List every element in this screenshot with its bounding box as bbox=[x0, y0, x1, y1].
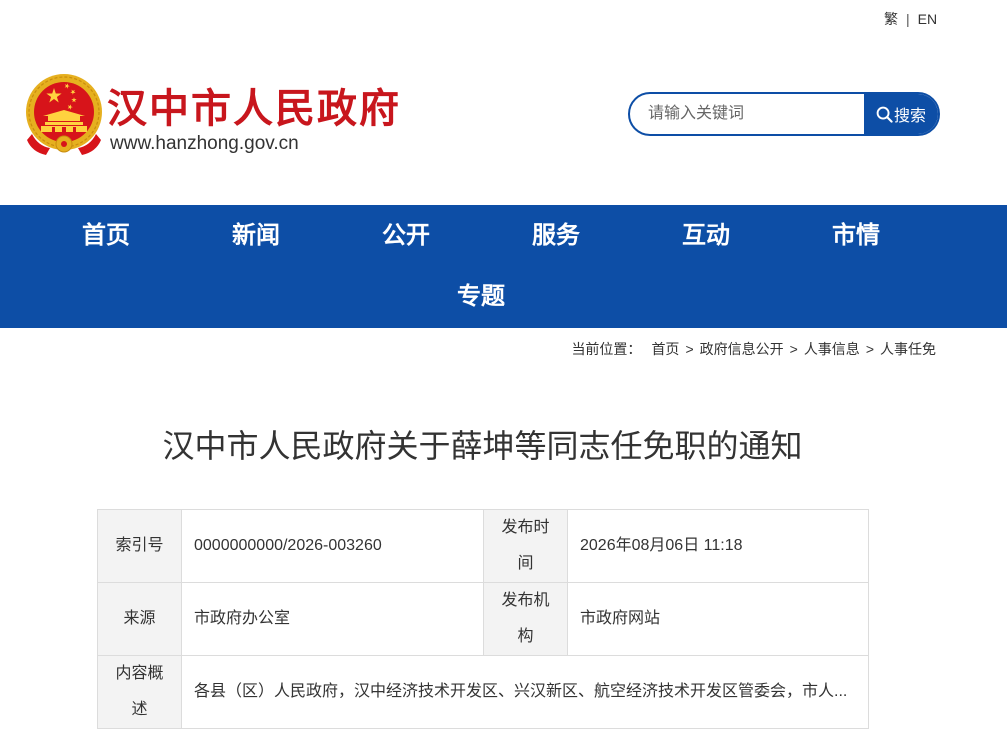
traditional-chinese-link[interactable]: 繁 bbox=[884, 11, 898, 27]
search-button-label: 搜索 bbox=[893, 108, 926, 125]
breadcrumb-item-personnel-info[interactable]: 人事信息 bbox=[804, 341, 860, 357]
table-row: 来源 市政府办公室 发布机构 市政府网站 bbox=[97, 582, 869, 656]
source-value: 市政府办公室 bbox=[181, 582, 484, 656]
breadcrumb-separator: > bbox=[865, 341, 874, 357]
search-box: 搜索 bbox=[628, 92, 940, 136]
site-title: 汉中市人民政府 bbox=[107, 86, 401, 132]
source-label-cell: 来源 bbox=[97, 582, 182, 656]
summary-value: 各县（区）人民政府，汉中经济技术开发区、兴汉新区、航空经济技术开发区管委会，市人… bbox=[181, 655, 869, 729]
breadcrumb-separator: > bbox=[789, 341, 798, 357]
nav-item-open[interactable]: 公开 bbox=[331, 205, 481, 266]
nav-item-interaction[interactable]: 互动 bbox=[631, 205, 781, 266]
index-no-label: 索引号 bbox=[115, 537, 164, 554]
source-label: 来源 bbox=[123, 610, 156, 627]
publisher-value: 市政府网站 bbox=[567, 582, 869, 656]
index-no-label-cell: 索引号 bbox=[97, 509, 182, 583]
english-link[interactable]: EN bbox=[918, 11, 937, 27]
publisher-label-cell: 发布机构 bbox=[483, 582, 568, 656]
main-nav: 首页 新闻 公开 服务 互动 市情 专题 bbox=[0, 205, 1007, 328]
lang-separator: | bbox=[906, 11, 910, 27]
nav-item-city-info[interactable]: 市情 bbox=[781, 205, 931, 266]
search-button[interactable]: 搜索 bbox=[864, 94, 938, 134]
breadcrumb-label: 当前位置： bbox=[571, 341, 642, 357]
breadcrumb-item-gov-info[interactable]: 政府信息公开 bbox=[700, 341, 784, 357]
nav-item-home[interactable]: 首页 bbox=[31, 205, 181, 266]
article-title: 汉中市人民政府关于薛坤等同志任免职的通知 bbox=[162, 427, 803, 465]
breadcrumb-separator: > bbox=[685, 341, 694, 357]
publish-time-label: 发布时间 bbox=[501, 519, 550, 572]
breadcrumb-item-appointments[interactable]: 人事任免 bbox=[880, 341, 936, 357]
search-icon bbox=[876, 106, 893, 123]
summary-label: 内容概述 bbox=[115, 665, 164, 718]
site-url: www.hanzhong.gov.cn bbox=[110, 133, 299, 154]
publish-time-value: 2026年08月06日 11:18 bbox=[567, 509, 869, 583]
language-switch: 繁 | EN bbox=[884, 9, 937, 29]
breadcrumb: 当前位置： 首页 > 政府信息公开 > 人事信息 > 人事任免 bbox=[571, 340, 936, 358]
search-input[interactable] bbox=[648, 94, 858, 134]
nav-item-topics[interactable]: 专题 bbox=[406, 266, 556, 327]
article-meta-table: 索引号 0000000000/2026-003260 发布时间 2026年08月… bbox=[97, 509, 869, 729]
table-row: 内容概述 各县（区）人民政府，汉中经济技术开发区、兴汉新区、航空经济技术开发区管… bbox=[97, 655, 869, 729]
publish-time-label-cell: 发布时间 bbox=[483, 509, 568, 583]
breadcrumb-item-home[interactable]: 首页 bbox=[651, 341, 679, 357]
summary-label-cell: 内容概述 bbox=[97, 655, 182, 729]
table-row: 索引号 0000000000/2026-003260 发布时间 2026年08月… bbox=[97, 509, 869, 583]
publisher-label: 发布机构 bbox=[501, 592, 550, 645]
index-no-value: 0000000000/2026-003260 bbox=[181, 509, 484, 583]
nav-item-service[interactable]: 服务 bbox=[481, 205, 631, 266]
national-emblem-icon bbox=[24, 72, 104, 156]
nav-item-news[interactable]: 新闻 bbox=[181, 205, 331, 266]
